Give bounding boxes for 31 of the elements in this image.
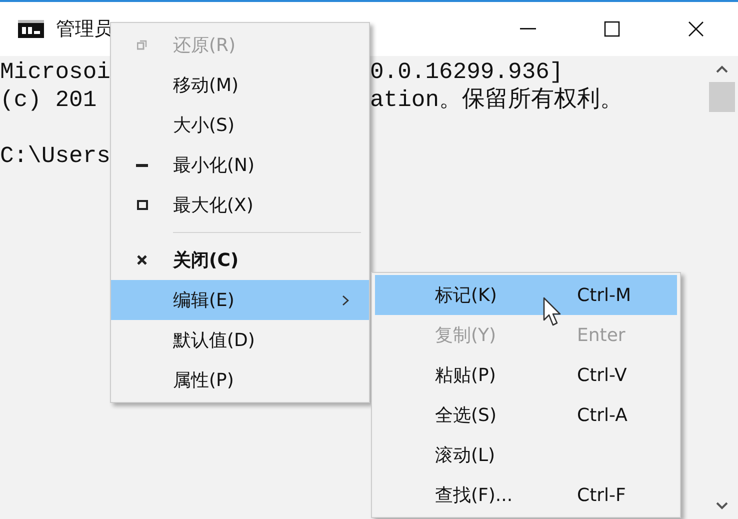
menu-item[interactable]: 粘贴(P) Ctrl-V: [375, 355, 677, 395]
cursor-icon: [543, 297, 563, 327]
restore-icon: [137, 40, 147, 50]
menu-item[interactable]: 最大化(X): [111, 185, 369, 225]
minimize-icon: [136, 164, 148, 166]
close-icon: [687, 20, 705, 38]
minimize-icon: [520, 28, 536, 30]
menu-item[interactable]: 全选(S) Ctrl-A: [375, 395, 677, 435]
chevron-right-icon: [342, 294, 349, 306]
console-text: ation。保留所有权利。: [370, 86, 624, 114]
scroll-thumb[interactable]: [709, 82, 735, 112]
menu-item[interactable]: 关闭(C): [111, 240, 369, 280]
maximize-icon: [603, 20, 621, 38]
console-text: (c) 201: [0, 86, 97, 114]
menu-item[interactable]: 查找(F)... Ctrl-F: [375, 475, 677, 515]
menu-item[interactable]: 编辑(E): [111, 280, 369, 320]
menu-item[interactable]: 大小(S): [111, 105, 369, 145]
console-icon: [18, 20, 44, 38]
scroll-down-icon[interactable]: [715, 501, 729, 511]
maximize-icon: [136, 200, 148, 210]
menu-item[interactable]: 最小化(N): [111, 145, 369, 185]
menu-item[interactable]: 滚动(L): [375, 435, 677, 475]
menu-item[interactable]: 默认值(D): [111, 320, 369, 360]
console-text: Microsoi: [0, 58, 110, 86]
console-text: C:\Users: [0, 142, 110, 170]
scroll-up-icon[interactable]: [715, 64, 729, 74]
close-icon: [137, 255, 147, 265]
menu-item[interactable]: 标记(K) Ctrl-M: [375, 275, 677, 315]
menu-item[interactable]: 移动(M): [111, 65, 369, 105]
console-text: 0.0.16299.936]: [370, 58, 564, 86]
menu-item[interactable]: 属性(P): [111, 360, 369, 400]
